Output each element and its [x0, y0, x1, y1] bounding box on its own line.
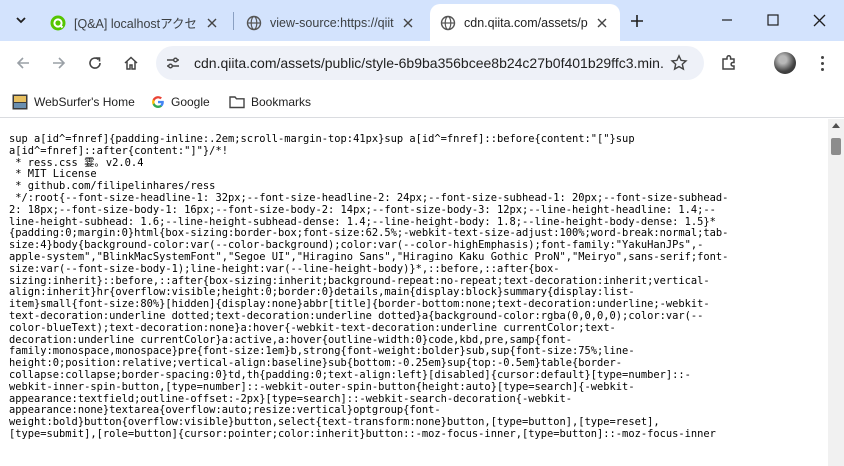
bookmark-star-icon[interactable]: [670, 54, 688, 72]
extensions-puzzle-icon[interactable]: [719, 53, 739, 73]
tab-view-source[interactable]: view-source:https://qiita: [236, 4, 426, 41]
source-line: * ress.css 霎｡ v2.0.4: [9, 156, 144, 169]
globe-icon: [440, 15, 456, 30]
tab-separator: [233, 12, 234, 30]
source-line: {padding:0;margin:0}html{box-sizing:bord…: [9, 227, 729, 240]
forward-button[interactable]: [45, 49, 73, 77]
reload-button[interactable]: [81, 49, 109, 77]
window-close-button[interactable]: [796, 5, 842, 35]
bookmark-label: Bookmarks: [251, 95, 312, 109]
source-line: line-height-subhead: 1.6;--line-height-s…: [9, 215, 716, 228]
google-g-icon: [151, 95, 165, 109]
source-line: [type=submit],[role=button]{cursor:point…: [9, 427, 716, 440]
source-line: * MIT License: [9, 168, 97, 181]
reload-icon: [89, 57, 101, 69]
tab-strip: [Q&A] localhostアクセス view-source:https://…: [0, 0, 844, 41]
source-line: weight:bold}button{overflow:visible}butt…: [9, 416, 660, 429]
close-icon[interactable]: [400, 15, 416, 31]
source-line: */:root{--font-size-headline-1: 32px;--f…: [9, 191, 729, 204]
bookmarks-bar: WebSurfer's Home Google Bookmarks: [0, 85, 844, 118]
source-line: color-blueText);text-decoration:none}a:h…: [9, 321, 616, 334]
source-line: apple-system","BlinkMacSystemFont","Sego…: [9, 250, 729, 263]
css-source-text: sup a[id^=fnref]{padding-inline:.2em;scr…: [0, 119, 828, 441]
back-button[interactable]: [9, 49, 37, 77]
minimize-button[interactable]: [704, 5, 750, 35]
source-line: * github.com/filipelinhares/ress: [9, 180, 216, 193]
source-line: appearance:textfield;outline-offset:-2px…: [9, 392, 573, 405]
source-line: sizing:inherit}::before,::after{box-sizi…: [9, 274, 710, 287]
close-icon: [813, 14, 825, 26]
source-line: 2: 18px;--font-size-body-1: 16px;--font-…: [9, 203, 716, 216]
minimize-icon: [722, 19, 732, 21]
tab-cdn-qiita-active[interactable]: cdn.qiita.com/assets/public: [430, 4, 620, 41]
source-line: a[id^=fnref]::after{content:"]"}/*!: [9, 144, 228, 157]
bookmark-label: WebSurfer's Home: [34, 95, 135, 109]
plus-icon: [631, 15, 643, 27]
url-text[interactable]: cdn.qiita.com/assets/public/style-6b9ba3…: [194, 46, 664, 80]
bookmark-label: Google: [171, 95, 210, 109]
page-content: sup a[id^=fnref]{padding-inline:.2em;scr…: [0, 119, 828, 466]
source-line: sup a[id^=fnref]{padding-inline:.2em;scr…: [9, 133, 635, 145]
close-icon[interactable]: [594, 15, 610, 31]
maximize-button[interactable]: [750, 5, 796, 35]
folder-icon: [229, 95, 245, 109]
tab-title: view-source:https://qiita: [270, 15, 394, 30]
home-button[interactable]: [117, 49, 145, 77]
bookmark-google[interactable]: Google: [151, 92, 210, 112]
websurfer-favicon: [12, 94, 28, 110]
source-line: align:inherit}hr{overflow:visible;height…: [9, 286, 635, 299]
source-line: size:4}body{background-color:var(--color…: [9, 239, 704, 252]
scroll-up-arrow-icon[interactable]: [832, 123, 840, 128]
source-line: height:0;position:relative;vertical-alig…: [9, 357, 623, 370]
tab-qa-localhost[interactable]: [Q&A] localhostアクセス: [40, 4, 230, 41]
new-tab-button[interactable]: [626, 10, 648, 32]
bookmark-folder-bookmarks[interactable]: Bookmarks: [229, 92, 311, 112]
source-line: size:var(--font-size-body-1);line-height…: [9, 262, 560, 275]
arrow-left-icon: [16, 57, 29, 69]
source-line: item}small{font-size:80%}[hidden]{displa…: [9, 298, 710, 311]
vertical-scrollbar[interactable]: [828, 119, 844, 466]
site-info-icon[interactable]: [165, 55, 181, 71]
source-line: family:monospace,monospace}pre{font-size…: [9, 345, 635, 358]
bookmark-websurfers-home[interactable]: WebSurfer's Home: [12, 92, 135, 112]
source-line: appearance:none}textarea{overflow:auto;r…: [9, 404, 441, 417]
tab-search-button[interactable]: [8, 7, 34, 33]
chevron-down-icon: [16, 17, 26, 24]
globe-icon: [246, 15, 262, 30]
close-icon[interactable]: [204, 15, 220, 31]
source-line: text-decoration:underline dotted;text-de…: [9, 309, 704, 322]
profile-avatar[interactable]: [774, 52, 796, 74]
maximize-icon: [767, 14, 779, 26]
arrow-right-icon: [53, 57, 66, 69]
toolbar: cdn.qiita.com/assets/public/style-6b9ba3…: [0, 41, 844, 85]
more-menu-button[interactable]: [812, 53, 832, 73]
tab-title: [Q&A] localhostアクセス: [74, 17, 198, 31]
source-line: collapse:collapse;border-spacing:0}td,th…: [9, 368, 691, 381]
home-icon: [124, 56, 138, 70]
address-bar[interactable]: cdn.qiita.com/assets/public/style-6b9ba3…: [156, 46, 704, 80]
scrollbar-thumb[interactable]: [831, 138, 841, 155]
tab-title: cdn.qiita.com/assets/public: [464, 15, 588, 30]
source-line: decoration:underline currentColor}a:acti…: [9, 333, 573, 346]
source-line: webkit-inner-spin-button,[type=number]::…: [9, 380, 635, 393]
qiita-favicon: [50, 15, 66, 30]
